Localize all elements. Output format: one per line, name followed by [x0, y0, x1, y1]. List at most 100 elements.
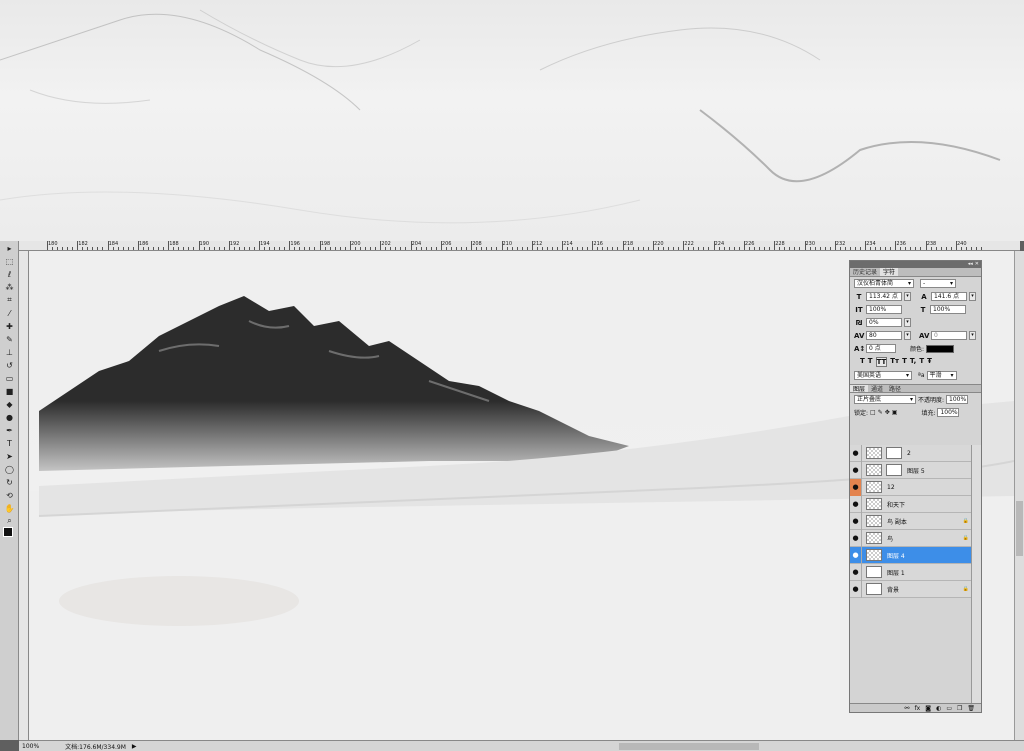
- font-family-select[interactable]: 汉仪柏青体简 ▾: [854, 279, 914, 288]
- format-button-2[interactable]: TT: [875, 357, 888, 367]
- antialias-select[interactable]: 平滑 ▾: [926, 371, 957, 380]
- zoom-tool-icon[interactable]: ⌕: [2, 515, 17, 527]
- layer-name[interactable]: 12: [887, 484, 971, 491]
- kerning-dropdown[interactable]: ▾: [904, 331, 911, 340]
- fx-icon[interactable]: fx: [915, 705, 921, 712]
- adjustment-icon[interactable]: ◐: [936, 705, 941, 712]
- status-menu-arrow-icon[interactable]: ▶: [129, 743, 140, 750]
- tsume-dropdown[interactable]: ▾: [904, 318, 911, 327]
- format-button-4[interactable]: T: [902, 357, 907, 367]
- tab-channels[interactable]: 通道: [868, 385, 886, 393]
- layer-row[interactable]: ● 鸟 🔒: [850, 529, 971, 547]
- layers-scrollbar[interactable]: [971, 445, 981, 707]
- format-button-6[interactable]: T: [919, 357, 924, 367]
- layer-mask-thumbnail[interactable]: [886, 447, 902, 459]
- format-button-3[interactable]: Tт: [890, 357, 899, 367]
- close-icon[interactable]: ✕: [975, 261, 979, 268]
- baseline-shift-input[interactable]: 0 点: [866, 344, 896, 353]
- font-size-input[interactable]: 113.42 点: [866, 292, 902, 301]
- layer-row[interactable]: ● 图层 4: [850, 546, 971, 564]
- visibility-eye-icon[interactable]: ●: [850, 495, 862, 513]
- horizontal-scale-input[interactable]: 100%: [930, 305, 966, 314]
- new-layer-icon[interactable]: ❐: [957, 705, 962, 712]
- format-button-5[interactable]: T,: [910, 357, 916, 367]
- pen-tool-icon[interactable]: ✒: [2, 424, 17, 436]
- visibility-eye-icon[interactable]: ●: [850, 444, 862, 462]
- link-icon[interactable]: ⚯: [905, 705, 910, 712]
- opacity-input[interactable]: 100%: [946, 395, 969, 404]
- layer-name[interactable]: 和天下: [887, 500, 971, 509]
- lock-transparent-icon[interactable]: □: [870, 409, 876, 416]
- mask-icon[interactable]: ◙: [925, 705, 931, 712]
- crop-tool-icon[interactable]: ⌗: [2, 294, 17, 306]
- lock-all-icon[interactable]: ▣: [892, 409, 898, 416]
- layer-row[interactable]: ● 图层 1: [850, 563, 971, 581]
- language-select[interactable]: 美国英语 ▾: [854, 371, 912, 380]
- lock-pixels-icon[interactable]: ✎: [878, 409, 883, 416]
- layer-name[interactable]: 鸟: [887, 534, 961, 543]
- layer-mask-thumbnail[interactable]: [886, 464, 902, 476]
- visibility-eye-icon[interactable]: ●: [850, 512, 862, 530]
- format-button-1[interactable]: T: [868, 357, 873, 367]
- tab-character[interactable]: 字符: [880, 268, 899, 276]
- leading-input[interactable]: 141.6 点: [931, 292, 967, 301]
- layer-name[interactable]: 2: [907, 450, 971, 457]
- move-tool-icon[interactable]: ▸: [2, 242, 17, 254]
- layer-row[interactable]: ● 背景 🔒: [850, 580, 971, 598]
- panel-title-bar[interactable]: ◂◂ ✕: [850, 261, 981, 268]
- healing-brush-tool-icon[interactable]: ✚: [2, 320, 17, 332]
- tab-layers[interactable]: 图层: [850, 385, 869, 393]
- 3d-rotate-tool-icon[interactable]: ↻: [2, 476, 17, 488]
- dodge-tool-icon[interactable]: ●: [2, 411, 17, 423]
- marquee-tool-icon[interactable]: ⬚: [2, 255, 17, 267]
- layer-name[interactable]: 背景: [887, 585, 961, 594]
- brush-tool-icon[interactable]: ✎: [2, 333, 17, 345]
- eraser-tool-icon[interactable]: ▭: [2, 372, 17, 384]
- layer-name[interactable]: 图层 4: [887, 551, 971, 560]
- lasso-tool-icon[interactable]: ℓ: [2, 268, 17, 280]
- tab-paths[interactable]: 路径: [886, 385, 904, 393]
- layer-name[interactable]: 图层 1: [887, 568, 971, 577]
- blend-mode-select[interactable]: 正片叠底 ▾: [854, 395, 916, 404]
- fill-input[interactable]: 100%: [937, 408, 960, 417]
- font-style-select[interactable]: - ▾: [920, 279, 956, 288]
- layer-name[interactable]: 图层 5: [907, 466, 971, 475]
- visibility-eye-icon[interactable]: ●: [850, 461, 862, 479]
- shape-tool-icon[interactable]: ◯: [2, 463, 17, 475]
- leading-dropdown[interactable]: ▾: [969, 292, 976, 301]
- font-size-dropdown[interactable]: ▾: [904, 292, 911, 301]
- layer-row[interactable]: ● 和天下: [850, 495, 971, 513]
- layer-row[interactable]: ● 2: [850, 444, 971, 462]
- tracking-dropdown[interactable]: ▾: [969, 331, 976, 340]
- horizontal-scroll-thumb[interactable]: [619, 743, 759, 750]
- type-tool-icon[interactable]: T: [2, 437, 17, 449]
- layer-row[interactable]: ● 12: [850, 478, 971, 496]
- tab-history[interactable]: 历史记录: [850, 268, 880, 276]
- 3d-orbit-tool-icon[interactable]: ⟲: [2, 489, 17, 501]
- tsume-input[interactable]: 0%: [866, 318, 902, 327]
- visibility-eye-icon[interactable]: ●: [850, 563, 862, 581]
- text-color-swatch[interactable]: [926, 344, 955, 353]
- kerning-input[interactable]: 80: [866, 331, 902, 340]
- zoom-level[interactable]: 100%: [19, 743, 42, 750]
- lock-position-icon[interactable]: ✥: [885, 409, 890, 416]
- visibility-eye-icon[interactable]: ●: [850, 546, 862, 564]
- canvas-vertical-scrollbar[interactable]: [1014, 251, 1024, 740]
- hand-tool-icon[interactable]: ✋: [2, 502, 17, 514]
- folder-icon[interactable]: ▭: [946, 705, 952, 712]
- path-selection-tool-icon[interactable]: ➤: [2, 450, 17, 462]
- vertical-scale-input[interactable]: 100%: [866, 305, 902, 314]
- clone-stamp-tool-icon[interactable]: ⊥: [2, 346, 17, 358]
- vertical-scroll-thumb[interactable]: [1016, 501, 1023, 556]
- history-brush-tool-icon[interactable]: ↺: [2, 359, 17, 371]
- collapse-icon[interactable]: ◂◂: [968, 261, 973, 268]
- tracking-input[interactable]: 0: [931, 331, 967, 340]
- trash-icon[interactable]: 🗑: [967, 705, 975, 712]
- eyedropper-tool-icon[interactable]: ⁄: [2, 307, 17, 319]
- foreground-color-swatch[interactable]: [3, 527, 13, 537]
- blur-tool-icon[interactable]: ◆: [2, 398, 17, 410]
- layer-name[interactable]: 鸟 副本: [887, 517, 961, 526]
- visibility-eye-icon[interactable]: ●: [850, 478, 862, 496]
- visibility-eye-icon[interactable]: ●: [850, 529, 862, 547]
- format-button-7[interactable]: Ŧ: [927, 357, 932, 367]
